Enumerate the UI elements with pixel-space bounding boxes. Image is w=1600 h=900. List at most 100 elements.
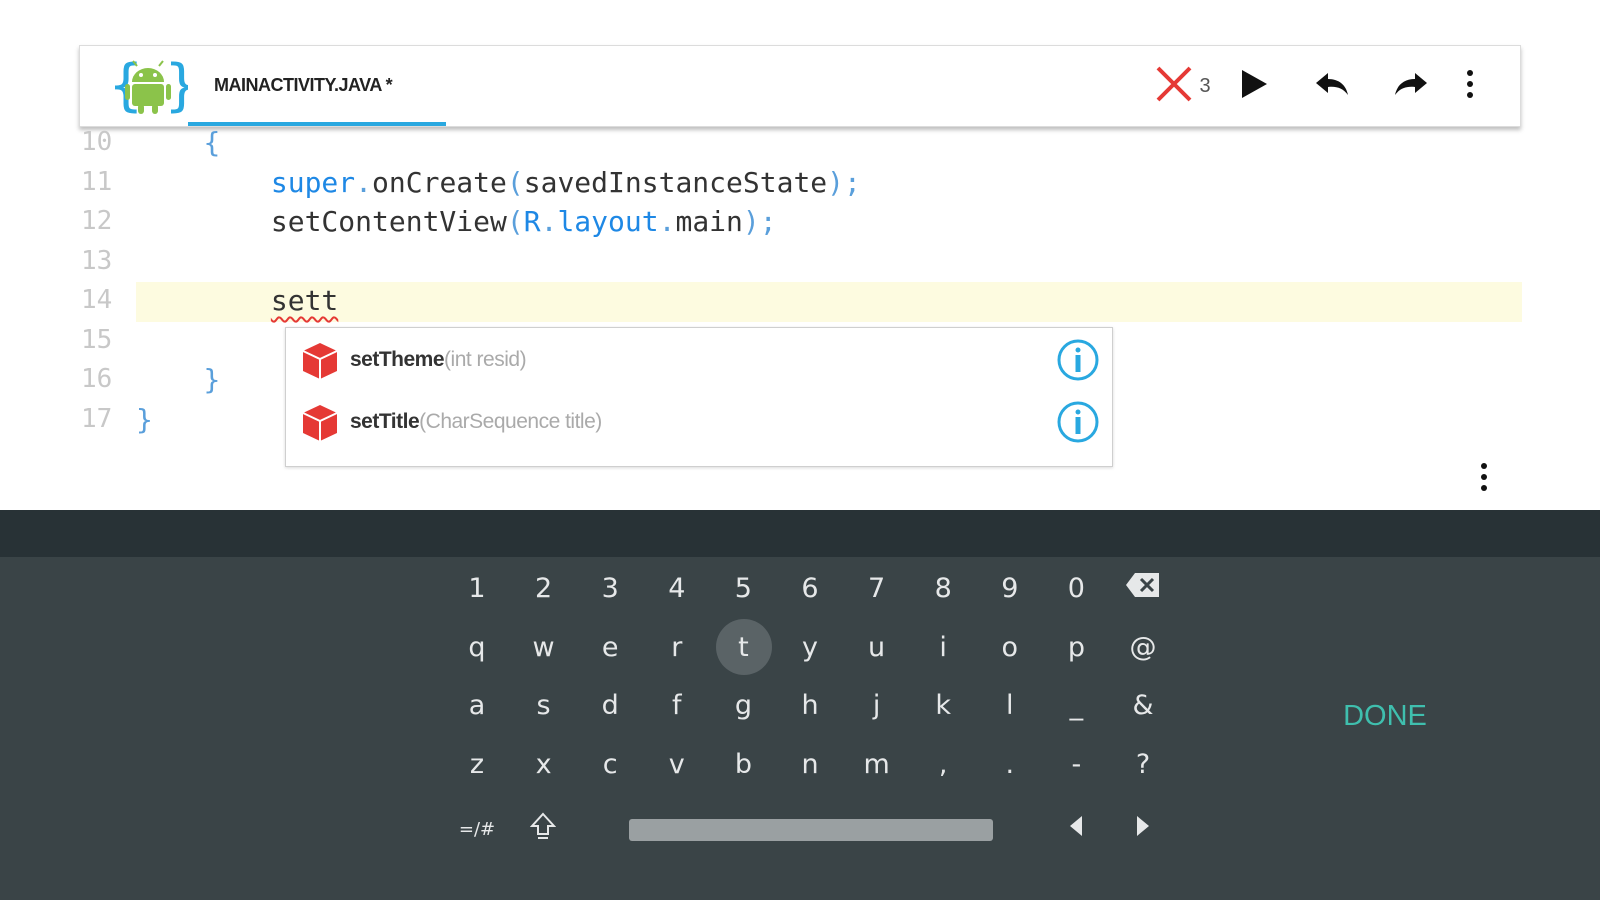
arrow-left-icon [1068,814,1084,845]
key-o[interactable]: o [978,618,1042,676]
code-line[interactable]: 10 { [79,123,1521,163]
arrow-right-icon [1135,814,1151,845]
autocomplete-popup: setTheme(int resid) setTitle(CharSequenc… [285,327,1113,467]
code-line[interactable]: 13 [79,242,1521,282]
undo-button[interactable] [1308,62,1356,110]
info-icon[interactable] [1056,400,1100,444]
autocomplete-item-settheme[interactable]: setTheme(int resid) [286,328,1112,390]
key-m[interactable]: m [845,735,909,793]
arrow-right-key[interactable] [1111,800,1175,858]
key-v[interactable]: v [645,735,709,793]
run-button[interactable] [1230,62,1278,110]
info-icon[interactable] [1056,338,1100,382]
key-i[interactable]: i [911,618,975,676]
more-vert-icon [1466,69,1474,104]
line-number: 11 [81,166,113,197]
more-menu-button[interactable] [1446,62,1494,110]
key-a[interactable]: a [445,676,509,734]
key-w[interactable]: w [512,618,576,676]
key-1[interactable]: 1 [445,559,509,617]
symbols-key[interactable]: =/# [445,800,509,858]
key-6[interactable]: 6 [778,559,842,617]
code-text: } [203,363,221,396]
space-key[interactable] [629,819,993,841]
code-text: setContentView(R.layout.main); [270,205,777,238]
errors-button[interactable]: 3 [1148,62,1218,110]
key-x[interactable]: x [512,735,576,793]
key-9[interactable]: 9 [978,559,1042,617]
key-n[interactable]: n [778,735,842,793]
key-b[interactable]: b [711,735,775,793]
key-z[interactable]: z [445,735,509,793]
done-key[interactable]: DONE [1335,691,1435,741]
key-k[interactable]: k [911,676,975,734]
line-number: 12 [81,206,113,236]
code-line[interactable]: 11 super.onCreate(savedInstanceState); [79,163,1521,203]
line-number: 14 [81,285,113,315]
key-_[interactable]: _ [1044,676,1108,734]
key-s[interactable]: s [512,676,576,734]
key-j[interactable]: j [845,676,909,734]
backspace-icon [1125,572,1161,605]
key-y[interactable]: y [778,618,842,676]
key-q[interactable]: q [445,618,509,676]
shift-icon [529,812,557,847]
key-u[interactable]: u [845,618,909,676]
arrow-left-key[interactable] [1044,800,1108,858]
key-0[interactable]: 0 [1044,559,1108,617]
code-text: sett [270,284,339,317]
keyboard-top-bar [0,510,1600,557]
key-5[interactable]: 5 [711,559,775,617]
method-cube-icon [300,341,340,381]
code-text: { [203,126,221,159]
key-h[interactable]: h [778,676,842,734]
key-.[interactable]: . [978,735,1042,793]
line-number: 16 [81,364,113,394]
backspace-key[interactable] [1111,559,1175,617]
key-?[interactable]: ? [1111,735,1175,793]
redo-button[interactable] [1387,62,1435,110]
shift-key[interactable] [511,800,575,858]
key-2[interactable]: 2 [512,559,576,617]
key-4[interactable]: 4 [645,559,709,617]
key-e[interactable]: e [578,618,642,676]
autocomplete-item-settitle[interactable]: setTitle(CharSequence title) [286,390,1112,452]
code-text: } [136,402,153,436]
key--[interactable]: - [1044,735,1108,793]
key-7[interactable]: 7 [845,559,909,617]
more-vert-icon [1472,463,1496,502]
key-,[interactable]: , [911,735,975,793]
play-icon [1239,68,1269,105]
undo-icon [1314,71,1350,102]
code-line[interactable]: 12 setContentView(R.layout.main); [79,202,1521,242]
key-l[interactable]: l [978,676,1042,734]
key-8[interactable]: 8 [911,559,975,617]
autocomplete-label: setTitle(CharSequence title) [350,410,602,433]
key-@[interactable]: @ [1111,618,1175,676]
tab-mainactivity[interactable]: MAINACTIVITY.JAVA * [188,46,446,126]
key-&[interactable]: & [1111,676,1175,734]
line-number: 10 [81,127,113,157]
tab-label: MAINACTIVITY.JAVA * [214,75,393,95]
line-number: 15 [81,324,113,355]
method-cube-icon [300,403,340,443]
key-3[interactable]: 3 [578,559,642,617]
key-p[interactable]: p [1044,618,1108,676]
code-line[interactable]: 14 sett [79,281,1521,321]
key-f[interactable]: f [645,676,709,734]
android-logo-icon[interactable]: { } [108,52,200,120]
error-count: 3 [1199,74,1211,97]
key-t[interactable]: t [711,618,775,676]
key-r[interactable]: r [645,618,709,676]
line-number: 17 [81,403,113,434]
redo-icon [1393,71,1429,102]
key-d[interactable]: d [578,676,642,734]
error-x-icon [1155,65,1193,108]
key-c[interactable]: c [578,735,642,793]
on-screen-keyboard: 1 2 3 4 5 6 7 8 9 0 q w e r t y u i o p @ a s d f g h j k l _ & z x c v b n m,… [0,557,1600,900]
line-number: 13 [81,245,113,276]
key-g[interactable]: g [711,676,775,734]
editor-toolbar: { } MAINACTIVITY.JAVA * 3 [79,45,1521,127]
code-text: super.onCreate(savedInstanceState); [270,165,861,199]
editor-overflow-menu[interactable] [1472,458,1496,498]
